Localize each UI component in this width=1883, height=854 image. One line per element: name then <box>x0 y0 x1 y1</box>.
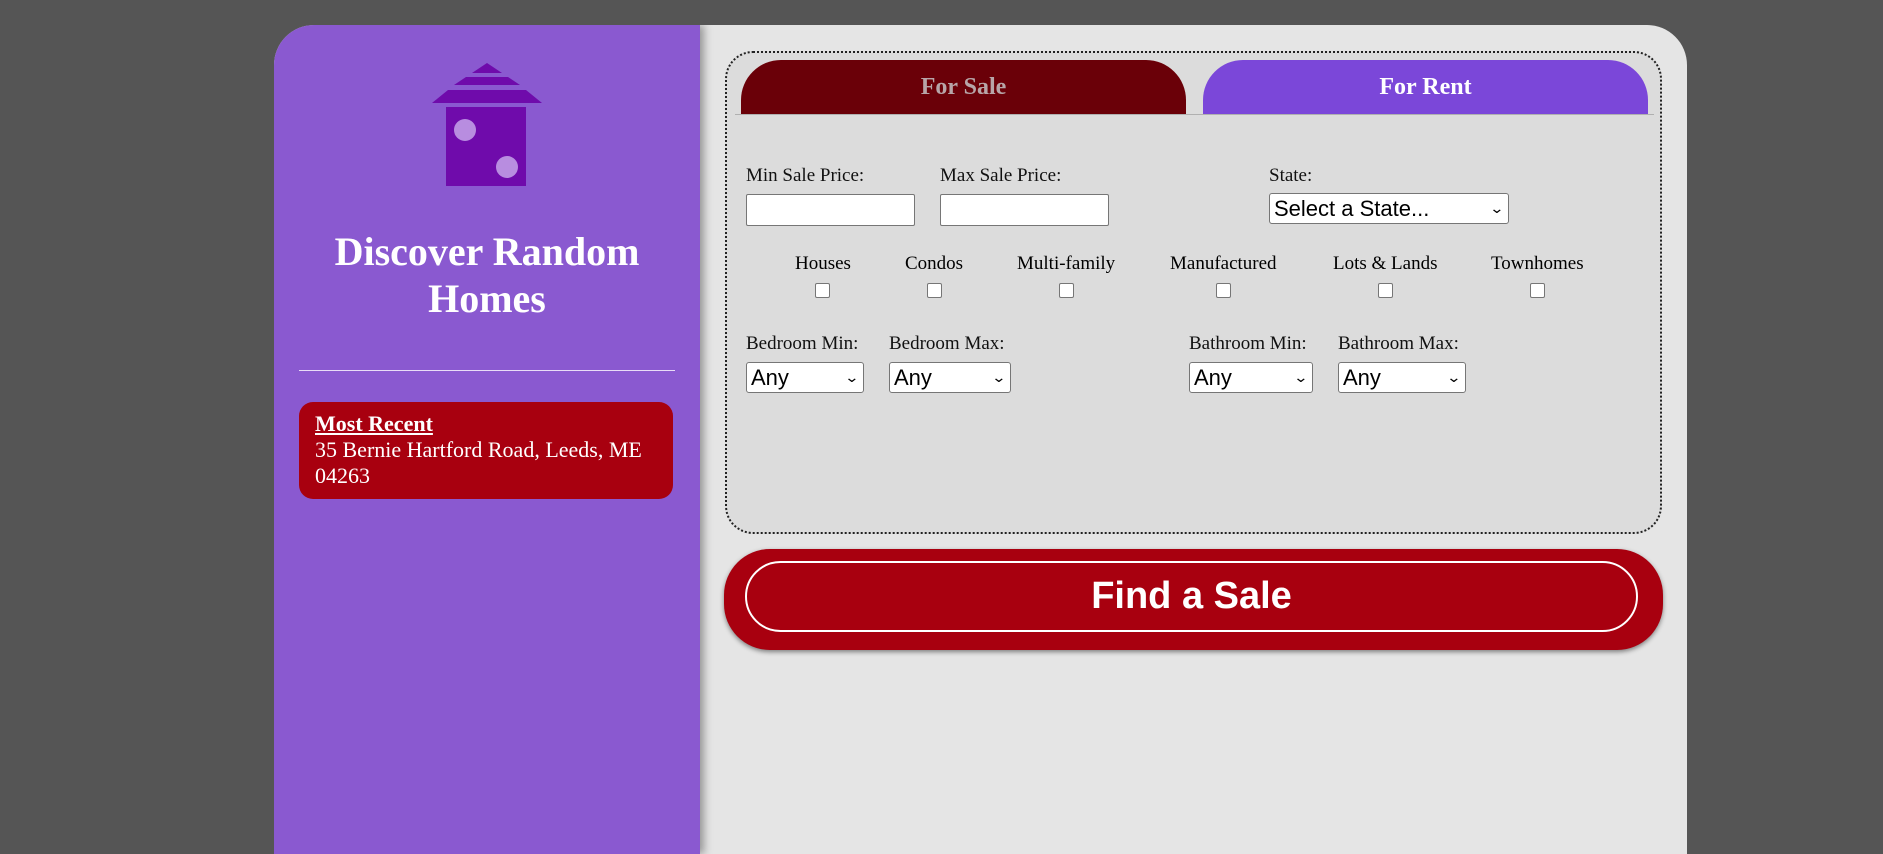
type-label: Multi-family <box>1017 253 1116 274</box>
multi-family-checkbox[interactable] <box>1058 283 1074 298</box>
type-houses[interactable]: Houses <box>795 253 851 298</box>
most-recent-link[interactable]: Most Recent <box>315 411 657 437</box>
state-select-value: Select a State... <box>1274 196 1430 221</box>
state-label: State: <box>1269 165 1313 186</box>
type-label: Manufactured <box>1170 253 1277 274</box>
type-label: Houses <box>795 253 851 274</box>
type-lots-lands[interactable]: Lots & Lands <box>1333 253 1438 298</box>
state-select[interactable]: Select a State... ⌄ <box>1269 193 1509 224</box>
bedroom-max-select[interactable]: Any ⌄ <box>889 362 1011 393</box>
tab-for-rent[interactable]: For Rent <box>1203 60 1648 115</box>
find-a-sale-label: Find a Sale <box>745 561 1638 632</box>
bedroom-min-select[interactable]: Any ⌄ <box>746 362 864 393</box>
type-multi-family[interactable]: Multi-family <box>1017 253 1115 298</box>
max-sale-price-input[interactable] <box>940 194 1109 226</box>
lots-lands-checkbox[interactable] <box>1377 283 1393 298</box>
site-title: Discover Random Homes <box>334 229 640 321</box>
type-condos[interactable]: Condos <box>905 253 963 298</box>
type-label: Lots & Lands <box>1333 253 1438 274</box>
type-label: Townhomes <box>1491 253 1584 274</box>
sidebar-divider <box>299 370 675 371</box>
find-a-sale-button[interactable]: Find a Sale <box>724 549 1663 650</box>
most-recent-address: 35 Bernie Hartford Road, Leeds, ME 04263 <box>315 437 642 488</box>
house-dice-icon <box>432 63 542 186</box>
chevron-down-icon: ⌄ <box>1293 369 1309 385</box>
bathroom-max-label: Bathroom Max: <box>1338 333 1459 354</box>
manufactured-checkbox[interactable] <box>1215 283 1231 298</box>
tab-underline <box>735 114 1654 115</box>
townhomes-checkbox[interactable] <box>1529 283 1545 298</box>
type-manufactured[interactable]: Manufactured <box>1170 253 1277 298</box>
type-townhomes[interactable]: Townhomes <box>1491 253 1584 298</box>
bedroom-max-value: Any <box>894 365 932 390</box>
app-window: Discover Random Homes Most Recent 35 Ber… <box>274 25 1687 854</box>
min-sale-price-input[interactable] <box>746 194 915 226</box>
chevron-down-icon: ⌄ <box>991 369 1007 385</box>
tab-for-sale[interactable]: For Sale <box>741 60 1186 115</box>
bathroom-min-value: Any <box>1194 365 1232 390</box>
bathroom-min-label: Bathroom Min: <box>1189 333 1307 354</box>
bathroom-max-value: Any <box>1343 365 1381 390</box>
chevron-down-icon: ⌄ <box>844 369 860 385</box>
main-content: For Sale For Rent Min Sale Price: Max Sa… <box>700 25 1687 854</box>
bedroom-min-value: Any <box>751 365 789 390</box>
type-label: Condos <box>905 253 964 274</box>
bedroom-max-label: Bedroom Max: <box>889 333 1005 354</box>
bathroom-max-select[interactable]: Any ⌄ <box>1338 362 1466 393</box>
chevron-down-icon: ⌄ <box>1489 200 1505 216</box>
max-sale-price-label: Max Sale Price: <box>940 165 1062 186</box>
min-sale-price-label: Min Sale Price: <box>746 165 865 186</box>
condos-checkbox[interactable] <box>926 283 942 298</box>
chevron-down-icon: ⌄ <box>1446 369 1462 385</box>
bathroom-min-select[interactable]: Any ⌄ <box>1189 362 1313 393</box>
houses-checkbox[interactable] <box>815 283 831 298</box>
search-panel: For Sale For Rent Min Sale Price: Max Sa… <box>725 51 1662 534</box>
bedroom-min-label: Bedroom Min: <box>746 333 859 354</box>
most-recent-card[interactable]: Most Recent 35 Bernie Hartford Road, Lee… <box>299 402 673 499</box>
sidebar: Discover Random Homes Most Recent 35 Ber… <box>274 25 700 854</box>
